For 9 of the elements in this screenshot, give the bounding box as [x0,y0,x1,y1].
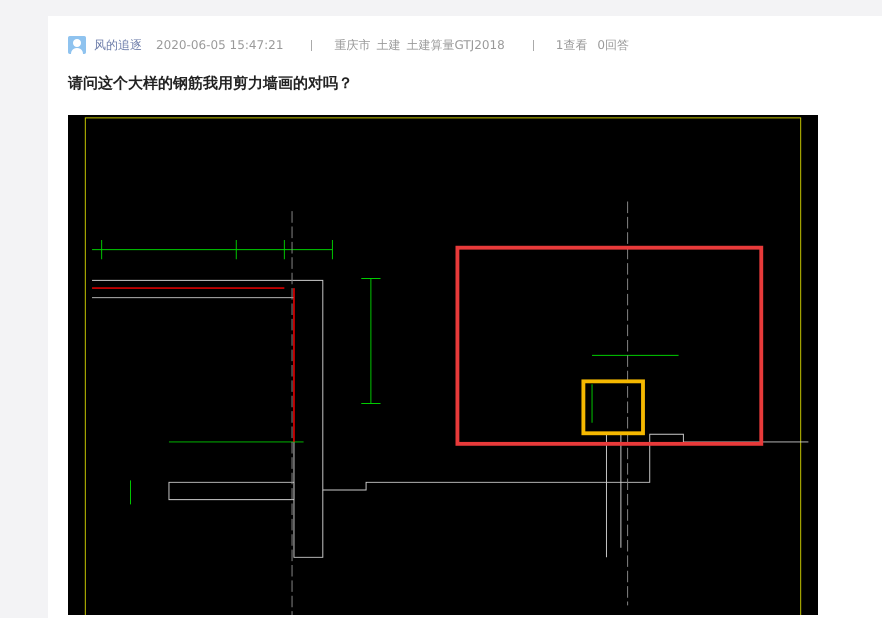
author-link[interactable]: 风的追逐 [94,36,142,54]
stat-text: 1查看 [556,36,588,54]
post-time: 2020-06-05 15:47:21 [156,38,284,52]
tag-text: 土建 [376,36,400,54]
tag-text: 重庆市 [334,36,370,54]
stat-text: 0回答 [597,36,630,54]
question-title: 请问这个大样的钢筋我用剪力墙画的对吗？ [68,74,354,93]
avatar-icon [68,36,86,54]
tag-text: 土建算量GTJ2018 [406,36,505,54]
